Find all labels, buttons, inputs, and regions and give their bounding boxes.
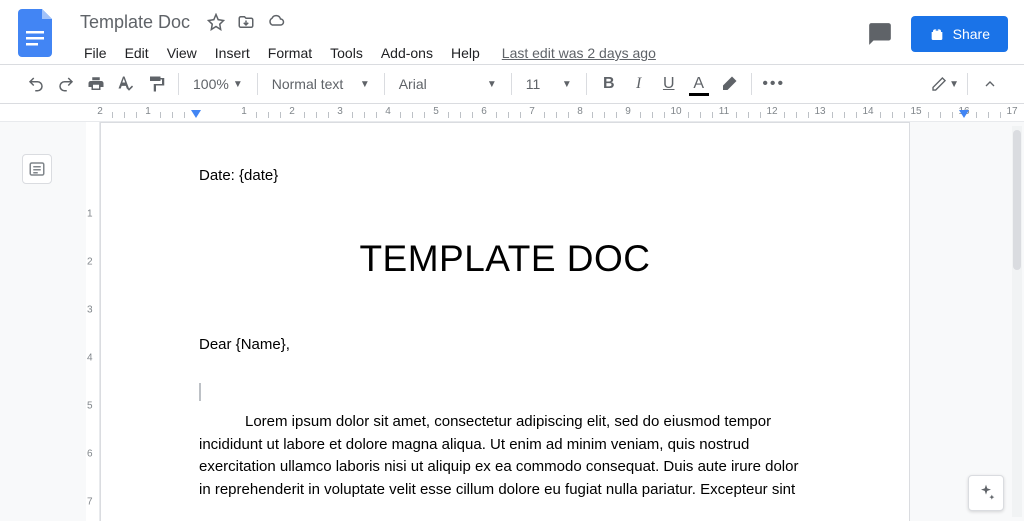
share-button-label: Share [953, 26, 990, 42]
ruler-number: 11 [719, 106, 729, 117]
star-icon[interactable] [206, 12, 226, 32]
font-dropdown[interactable]: Arial▼ [393, 70, 503, 98]
toolbar: 100%▼ Normal text▼ Arial▼ 11▼ B I U A ••… [0, 64, 1024, 104]
redo-button[interactable] [52, 70, 80, 98]
vruler-number: 4 [87, 353, 93, 364]
ruler-number: 12 [766, 106, 777, 117]
chevron-down-icon: ▼ [233, 79, 243, 90]
document-title[interactable]: Template Doc [76, 10, 194, 35]
paint-format-button[interactable] [142, 70, 170, 98]
ruler-number: 9 [625, 106, 631, 117]
doc-title-heading[interactable]: TEMPLATE DOC [199, 238, 811, 280]
menu-format[interactable]: Format [260, 41, 320, 65]
horizontal-ruler[interactable]: 21123456789101112131415161718 [0, 104, 1024, 122]
toolbar-separator [586, 73, 587, 95]
ruler-number: 2 [289, 106, 295, 117]
paragraph-style-dropdown[interactable]: Normal text▼ [266, 70, 376, 98]
chevron-down-icon: ▼ [562, 79, 572, 90]
print-button[interactable] [82, 70, 110, 98]
menu-addons[interactable]: Add-ons [373, 41, 441, 65]
ruler-number: 4 [385, 106, 391, 117]
last-edit-link[interactable]: Last edit was 2 days ago [502, 45, 656, 61]
vruler-number: 6 [87, 449, 93, 460]
ruler-number: 13 [814, 106, 825, 117]
ruler-number: 1 [241, 106, 247, 117]
ruler-number: 10 [670, 106, 681, 117]
document-page[interactable]: Date: {date} TEMPLATE DOC Dear {Name}, L… [100, 122, 910, 521]
indent-marker-left[interactable] [191, 110, 201, 118]
text-color-button[interactable]: A [685, 70, 713, 98]
outline-toggle-button[interactable] [22, 154, 52, 184]
toolbar-separator [967, 73, 968, 95]
menu-view[interactable]: View [159, 41, 205, 65]
more-toolbar-button[interactable]: ••• [760, 70, 788, 98]
vruler-number: 5 [87, 401, 93, 412]
ruler-number: 17 [1006, 106, 1017, 117]
share-button[interactable]: Share [911, 16, 1008, 52]
menu-edit[interactable]: Edit [117, 41, 157, 65]
app-header: Template Doc File Edit View Insert Forma… [0, 0, 1024, 64]
explore-button[interactable] [968, 475, 1004, 511]
vruler-number: 7 [87, 497, 93, 508]
menu-help[interactable]: Help [443, 41, 488, 65]
underline-button[interactable]: U [655, 70, 683, 98]
doc-greeting[interactable]: Dear {Name}, [199, 336, 811, 353]
move-icon[interactable] [236, 12, 256, 32]
italic-button[interactable]: I [625, 70, 653, 98]
document-canvas: 1 2 3 4 5 6 7 Date: {date} TEMPLATE DOC Dear {… [0, 122, 1024, 521]
chevron-down-icon: ▼ [487, 79, 497, 90]
ruler-number: 14 [862, 106, 873, 117]
doc-body-paragraph[interactable]: Lorem ipsum dolor sit amet, consectetur … [199, 411, 811, 501]
ruler-number: 15 [910, 106, 921, 117]
ruler-number: 2 [97, 106, 103, 117]
spellcheck-button[interactable] [112, 70, 140, 98]
zoom-dropdown[interactable]: 100%▼ [187, 70, 249, 98]
toolbar-separator [257, 73, 258, 95]
ruler-number: 5 [433, 106, 439, 117]
menu-tools[interactable]: Tools [322, 41, 371, 65]
scrollbar-thumb[interactable] [1013, 130, 1021, 270]
toolbar-separator [751, 73, 752, 95]
chevron-down-icon: ▼ [360, 79, 370, 90]
vertical-ruler[interactable]: 1 2 3 4 5 6 7 [86, 122, 100, 521]
bold-button[interactable]: B [595, 70, 623, 98]
ruler-number: 8 [577, 106, 583, 117]
menu-insert[interactable]: Insert [207, 41, 258, 65]
font-size-dropdown[interactable]: 11▼ [520, 70, 578, 98]
ruler-number: 3 [337, 106, 343, 117]
docs-logo[interactable] [16, 8, 56, 58]
cloud-status-icon[interactable] [266, 12, 286, 32]
vruler-number: 2 [87, 257, 93, 268]
text-color-bar [689, 93, 709, 96]
text-cursor [199, 383, 811, 401]
undo-button[interactable] [22, 70, 50, 98]
comments-icon[interactable] [867, 21, 893, 47]
vruler-number: 1 [87, 209, 93, 220]
highlight-button[interactable] [715, 70, 743, 98]
collapse-toolbar-button[interactable] [976, 70, 1004, 98]
toolbar-separator [178, 73, 179, 95]
ruler-number: 1 [145, 106, 151, 117]
toolbar-separator [384, 73, 385, 95]
toolbar-separator [511, 73, 512, 95]
menubar: File Edit View Insert Format Tools Add-o… [76, 38, 867, 68]
editing-mode-button[interactable]: ▼ [931, 70, 959, 98]
vruler-number: 3 [87, 305, 93, 316]
ruler-number: 7 [529, 106, 535, 117]
doc-date-line[interactable]: Date: {date} [199, 167, 811, 184]
vertical-scrollbar[interactable] [1012, 126, 1022, 517]
indent-marker-right[interactable] [959, 110, 969, 118]
menu-file[interactable]: File [76, 41, 115, 65]
chevron-down-icon: ▼ [949, 79, 959, 90]
ruler-number: 6 [481, 106, 487, 117]
